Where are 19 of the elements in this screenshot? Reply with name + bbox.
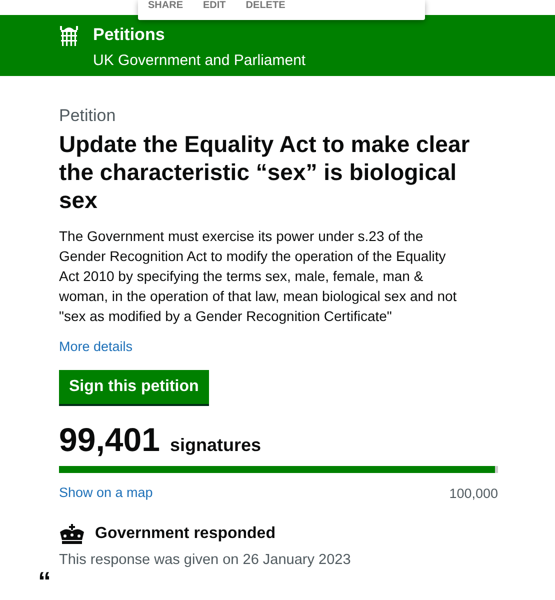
signatures-label: signatures — [170, 435, 261, 456]
menu-item[interactable]: EDIT — [203, 1, 226, 11]
quote-mark: “ — [38, 570, 52, 584]
petition-title: Update the Equality Act to make clear the characteristic “sex” is biological sex — [59, 130, 471, 214]
menu-item[interactable]: SHARE — [148, 1, 184, 11]
portcullis-icon — [59, 25, 79, 47]
response-heading: Government responded — [95, 525, 276, 543]
signature-count: 99,401 — [59, 422, 160, 458]
response-date: This response was given on 26 January 2023 — [59, 552, 352, 568]
petition-label: Petition — [59, 106, 117, 126]
show-map-link[interactable]: Show on a map — [59, 484, 153, 502]
sign-petition-button[interactable]: Sign this petition — [59, 370, 209, 404]
petition-description: The Government must exercise its power under s.23 of the Gender Recognition Act to modify the operation of the Equality Act 2010 by specifying the terms sex, male, female, man & woman, in the operation of that law, mean biological sex and not "sex as modified by a Gender Recognition Certificate" — [59, 227, 458, 326]
crown-icon — [59, 524, 85, 544]
more-details-link[interactable]: More details — [59, 338, 133, 356]
menu-item[interactable]: DELETE — [246, 1, 286, 11]
signature-target: 100,000 — [449, 486, 498, 500]
site-subtitle: UK Government and Parliament — [93, 52, 306, 70]
site-title[interactable]: Petitions — [93, 25, 306, 45]
